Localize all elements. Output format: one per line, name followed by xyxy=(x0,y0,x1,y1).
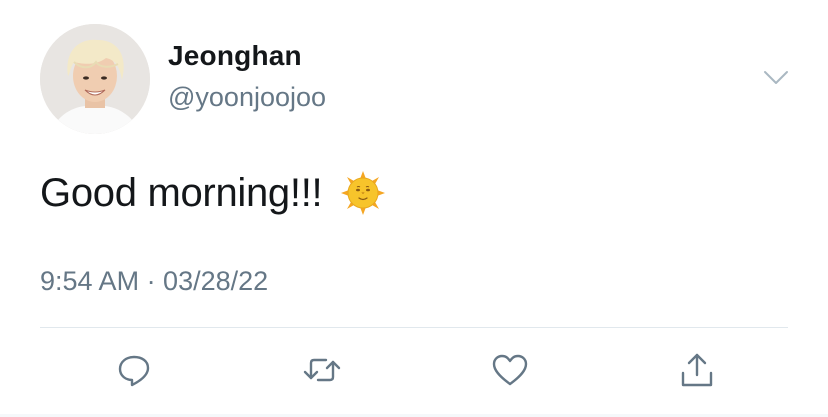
retweet-icon xyxy=(303,358,341,382)
retweet-button[interactable] xyxy=(302,350,342,390)
share-button[interactable] xyxy=(677,350,717,390)
tweet-text-content: Good morning!!! xyxy=(40,170,323,215)
reply-button[interactable] xyxy=(114,350,154,390)
like-button[interactable] xyxy=(490,350,530,390)
avatar[interactable] xyxy=(40,24,150,134)
like-icon xyxy=(492,354,528,386)
author-handle[interactable]: @yoonjoojoo xyxy=(168,82,326,113)
share-icon xyxy=(681,353,713,387)
divider xyxy=(40,327,788,328)
reply-icon xyxy=(118,355,150,387)
chevron-down-icon[interactable] xyxy=(762,68,790,88)
avatar-photo xyxy=(40,24,150,134)
tweet-text: Good morning!!! xyxy=(40,170,386,216)
tweet-actions xyxy=(0,350,828,394)
tweet-timestamp[interactable]: 9:54 AM · 03/28/22 xyxy=(40,266,268,297)
author-display-name[interactable]: Jeonghan xyxy=(168,40,302,72)
sun-with-face-icon xyxy=(340,170,386,216)
